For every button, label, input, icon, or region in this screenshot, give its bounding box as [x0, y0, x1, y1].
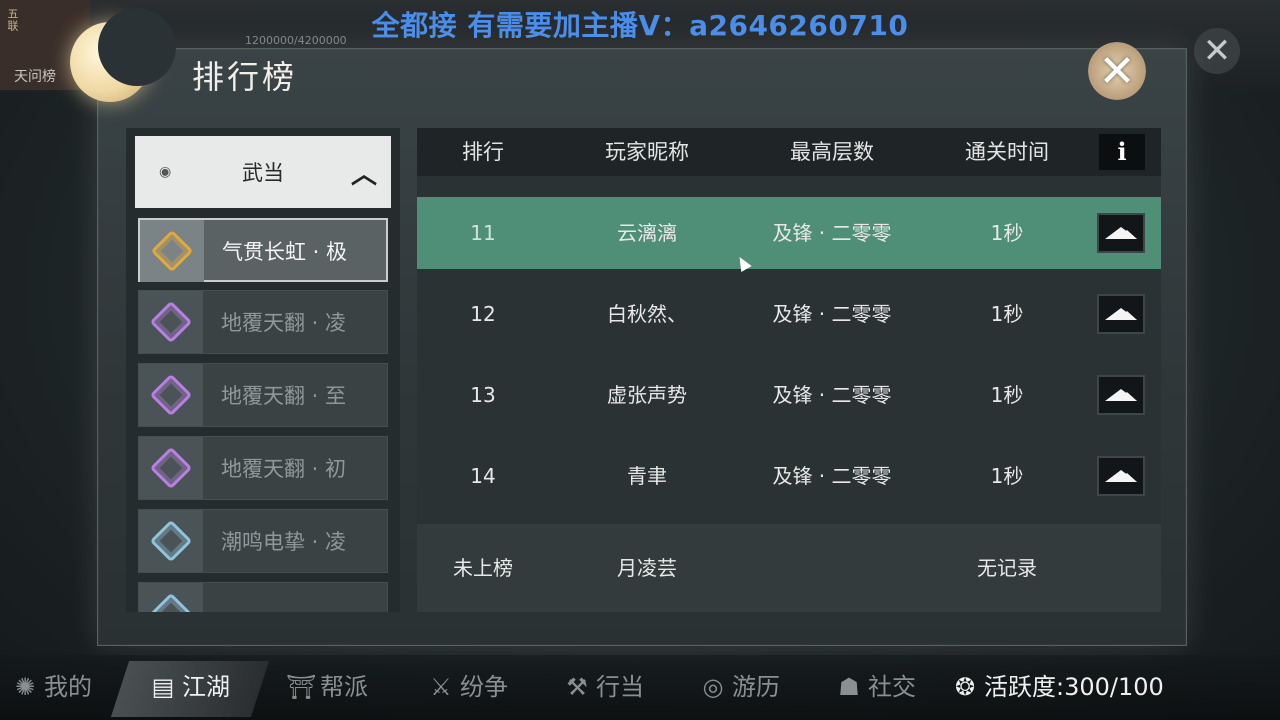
my-rank-row: 未上榜 月凌芸 无记录: [417, 524, 1161, 612]
my-name-cell: 月凌芸: [617, 556, 677, 580]
category-label: 地覆天翻 · 初: [221, 457, 347, 481]
panel-title: 排行榜: [192, 58, 298, 96]
category-item[interactable]: 地覆天翻 · 初: [138, 436, 388, 500]
time-cell: 1秒: [990, 302, 1024, 326]
header-max-floor: 最高层数: [790, 140, 874, 164]
skill-icon: [149, 300, 193, 344]
category-label: 地覆天翻 · 凌: [221, 311, 347, 335]
time-cell: 1秒: [990, 464, 1024, 488]
floor-cell: 及锋 · 二零零: [772, 383, 892, 407]
nav-my[interactable]: ✺ 我的: [10, 665, 92, 709]
activity-indicator[interactable]: ❂ 活跃度:300/100: [950, 665, 1164, 709]
floor-cell: 及锋 · 二零零: [772, 221, 892, 245]
category-label: 潮鸣电挚 · 凌: [221, 530, 347, 554]
bottom-nav-bar: ✺ 我的 ▤ 江湖 ⛩ 帮派 ⚔ 纷争 ⚒ 行当 ◎ 游历 ☗ 社交 ❂ 活跃度:300/100: [0, 655, 1280, 720]
chevron-up-icon[interactable]: ︿: [351, 154, 377, 191]
category-item-partial[interactable]: [138, 582, 388, 612]
activity-icon: ❂: [954, 673, 976, 701]
ranking-table: 排行 玩家昵称 最高层数 通关时间 i 11 云漓漓 及锋 · 二零零 1秒 1…: [417, 128, 1161, 612]
info-button[interactable]: i: [1099, 134, 1145, 170]
skill-icon: [149, 519, 193, 563]
nav-jianghu[interactable]: ▤ 江湖: [148, 665, 230, 709]
compass-icon: ◎: [702, 673, 724, 701]
mountain-icon: [1105, 470, 1137, 482]
rank-cell: 13: [470, 383, 496, 407]
mountain-icon: [1105, 227, 1137, 239]
view-record-button[interactable]: [1097, 456, 1145, 496]
category-list[interactable]: ◉ 武当 ︿ 气贯长虹 · 极 地覆天翻 · 凌 地覆天翻 · 至 地覆天翻 ·…: [126, 128, 400, 612]
moon-shadow: [98, 8, 176, 86]
my-rank-cell: 未上榜: [453, 556, 513, 580]
my-time-cell: 无记录: [977, 556, 1037, 580]
time-cell: 1秒: [990, 383, 1024, 407]
people-icon: ☗: [838, 673, 860, 701]
view-record-button[interactable]: [1097, 213, 1145, 253]
nav-guild[interactable]: ⛩ 帮派: [286, 665, 368, 709]
player-name-cell: 云漓漓: [617, 221, 677, 245]
table-row[interactable]: 13 虚张声势 及锋 · 二零零 1秒: [417, 359, 1161, 431]
category-label: 地覆天翻 · 至: [221, 384, 347, 408]
table-header-row: 排行 玩家昵称 最高层数 通关时间 i: [417, 128, 1161, 176]
category-item[interactable]: 地覆天翻 · 凌: [138, 290, 388, 354]
close-icon: ✕: [1098, 45, 1136, 97]
screen-close-button[interactable]: ✕: [1194, 28, 1240, 74]
nav-social[interactable]: ☗ 社交: [834, 665, 916, 709]
rank-cell: 12: [470, 302, 496, 326]
category-item[interactable]: 潮鸣电挚 · 凌: [138, 509, 388, 573]
panel-close-button[interactable]: ✕: [1086, 40, 1148, 102]
swords-icon: ⚔: [430, 673, 452, 701]
player-name-cell: 虚张声势: [607, 383, 687, 407]
mountain-icon: [1105, 308, 1137, 320]
header-player-name: 玩家昵称: [605, 140, 689, 164]
nav-conflict[interactable]: ⚔ 纷争: [426, 665, 508, 709]
table-row[interactable]: 12 白秋然、 及锋 · 二零零 1秒: [417, 278, 1161, 350]
corner-title: 天问榜: [14, 69, 56, 85]
sect-dropdown[interactable]: ◉ 武当 ︿: [135, 136, 391, 208]
book-icon: ▤: [151, 673, 175, 701]
view-record-button[interactable]: [1097, 294, 1145, 334]
skill-icon: [149, 592, 193, 612]
rank-cell: 14: [470, 464, 496, 488]
category-label: 气贯长虹 · 极: [222, 240, 348, 264]
skill-icon: [149, 373, 193, 417]
skill-icon: [150, 229, 194, 273]
mountain-icon: [1105, 389, 1137, 401]
player-name-cell: 白秋然、: [607, 302, 687, 326]
header-clear-time: 通关时间: [965, 140, 1049, 164]
close-icon: ✕: [1202, 31, 1232, 71]
gear-icon: ✺: [14, 673, 36, 701]
rank-cell: 11: [470, 221, 496, 245]
floor-cell: 及锋 · 二零零: [772, 302, 892, 326]
category-item[interactable]: 地覆天翻 · 至: [138, 363, 388, 427]
skill-icon: [149, 446, 193, 490]
tools-icon: ⚒: [566, 673, 588, 701]
header-rank: 排行: [462, 140, 504, 164]
time-cell: 1秒: [990, 221, 1024, 245]
table-row[interactable]: 11 云漓漓 及锋 · 二零零 1秒: [417, 197, 1161, 269]
nav-profession[interactable]: ⚒ 行当: [562, 665, 644, 709]
category-item[interactable]: 气贯长虹 · 极: [138, 218, 388, 282]
banner-icon: ⛩: [286, 673, 317, 701]
table-row[interactable]: 14 青聿 及锋 · 二零零 1秒: [417, 440, 1161, 512]
floor-cell: 及锋 · 二零零: [772, 464, 892, 488]
view-record-button[interactable]: [1097, 375, 1145, 415]
nav-travel[interactable]: ◎ 游历: [698, 665, 780, 709]
streamer-overlay-text: 全都接 有需要加主播V：a2646260710: [371, 9, 909, 42]
player-name-cell: 青聿: [627, 464, 667, 488]
